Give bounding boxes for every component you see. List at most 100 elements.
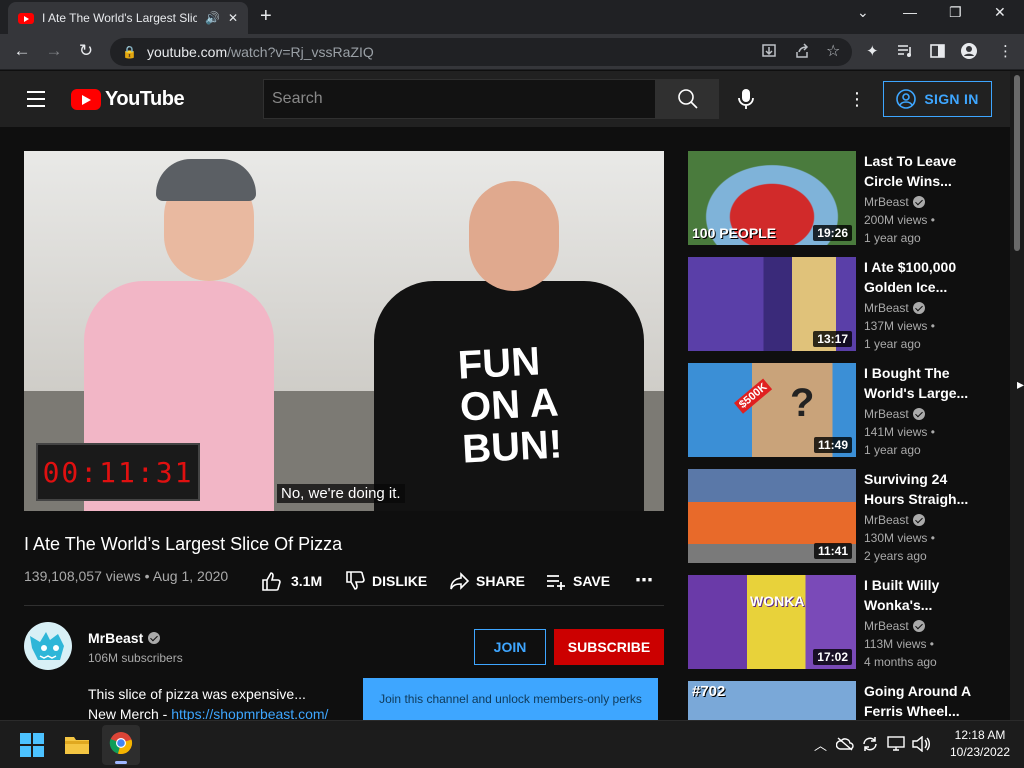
page-scrollbar[interactable] — [1010, 71, 1024, 720]
install-app-icon[interactable] — [761, 43, 777, 59]
recommendation-channel[interactable]: MrBeast — [864, 619, 925, 633]
video-thumbnail[interactable]: 11:41 — [688, 469, 856, 563]
save-button[interactable]: SAVE — [545, 570, 610, 592]
video-player[interactable]: FUN ON A BUN! 00:11:31 No, we're doing i… — [24, 151, 664, 511]
recommendation-views: 137M views • — [864, 319, 935, 333]
recommendation-item[interactable]: #702 Going Around A Ferris Wheel... — [688, 681, 998, 720]
recommendation-item[interactable]: $500K ? 11:49 I Bought The World's Large.… — [688, 363, 998, 459]
subscribe-button[interactable]: SUBSCRIBE — [554, 629, 664, 665]
volume-icon[interactable] — [911, 736, 931, 752]
windows-start-icon[interactable] — [20, 733, 44, 757]
thumbs-up-icon — [262, 572, 281, 591]
duration-badge: 11:49 — [813, 437, 852, 453]
forward-button[interactable]: → — [42, 41, 66, 61]
video-thumbnail[interactable]: 13:17 — [688, 257, 856, 351]
recommendation-title[interactable]: I Built Willy Wonka's... — [864, 575, 984, 615]
url-path: /watch?v=Rj_vssRaZIQ — [227, 44, 374, 60]
recommendation-views: 130M views • — [864, 531, 935, 545]
account-icon — [896, 89, 917, 109]
bookmark-star-icon[interactable]: ☆ — [826, 41, 840, 61]
search-button[interactable] — [656, 79, 719, 119]
share-label: SHARE — [476, 573, 526, 589]
tab-close-icon[interactable]: ✕ — [228, 11, 238, 25]
video-thumbnail[interactable]: #702 — [688, 681, 856, 720]
recommendation-title[interactable]: I Ate $100,000 Golden Ice... — [864, 257, 984, 297]
recommendation-channel[interactable]: MrBeast — [864, 513, 925, 527]
media-control-icon[interactable] — [897, 44, 913, 58]
thumbnail-overlay-text: $500K — [733, 378, 773, 414]
channel-text: MrBeast — [864, 513, 909, 527]
share-button[interactable]: SHARE — [448, 570, 525, 592]
channel-avatar[interactable] — [24, 622, 72, 670]
file-explorer-icon[interactable] — [64, 733, 90, 755]
menu-icon[interactable] — [27, 91, 45, 112]
chrome-taskbar-button[interactable] — [102, 725, 140, 765]
network-icon[interactable] — [887, 736, 905, 752]
profile-icon[interactable] — [961, 43, 977, 59]
share-icon[interactable] — [794, 43, 810, 59]
search-icon — [677, 89, 698, 109]
video-thumbnail[interactable]: WONKA 17:02 — [688, 575, 856, 669]
verified-icon — [912, 514, 925, 526]
taskbar-clock[interactable]: 12:18 AM 10/23/2022 — [940, 727, 1020, 761]
lock-icon[interactable]: 🔒 — [122, 45, 137, 59]
search-input[interactable]: Search — [263, 79, 656, 119]
title-line-2: Golden Ice... — [864, 279, 948, 295]
back-button[interactable]: ← — [10, 41, 34, 61]
recommendation-channel[interactable]: MrBeast — [864, 407, 925, 421]
minimize-button[interactable]: — — [903, 4, 917, 20]
scrollbar-thumb[interactable] — [1014, 75, 1020, 251]
recommendation-title[interactable]: Last To Leave Circle Wins... — [864, 151, 984, 191]
audio-playing-icon[interactable]: 🔊 — [205, 11, 220, 25]
browser-tab[interactable]: I Ate The World's Largest Slic 🔊 ✕ — [8, 2, 248, 34]
like-count: 3.1M — [291, 573, 323, 589]
mrbeast-logo-icon — [30, 632, 64, 660]
recommendation-channel[interactable]: MrBeast — [864, 301, 925, 315]
new-tab-button[interactable]: + — [260, 5, 272, 28]
settings-more-icon[interactable]: ⋮ — [848, 89, 866, 110]
recommendation-views: 200M views • — [864, 213, 935, 227]
recommendation-item[interactable]: 11:41 Surviving 24 Hours Straigh... MrBea… — [688, 469, 998, 565]
recommendation-age: 2 years ago — [864, 549, 927, 563]
reload-button[interactable]: ↻ — [74, 41, 98, 61]
recommendation-age: 1 year ago — [864, 443, 921, 457]
logo-text: YouTube — [105, 88, 185, 110]
title-line-2: Circle Wins... — [864, 173, 952, 189]
restore-button[interactable]: ❐ — [949, 4, 962, 21]
cloud-offline-icon[interactable] — [836, 736, 854, 752]
show-hidden-icons-icon[interactable]: ︿ — [814, 735, 827, 754]
address-bar[interactable]: 🔒 youtube.com/watch?v=Rj_vssRaZIQ — [110, 38, 852, 66]
video-thumbnail[interactable]: 100 PEOPLE 19:26 — [688, 151, 856, 245]
recommendation-channel[interactable]: MrBeast — [864, 195, 925, 209]
side-panel-icon[interactable] — [930, 44, 945, 58]
recommendation-item[interactable]: 13:17 I Ate $100,000 Golden Ice... MrBeas… — [688, 257, 998, 353]
close-window-button[interactable]: ✕ — [994, 4, 1006, 21]
extensions-icon[interactable]: ✦ — [866, 42, 879, 60]
description-line-1: This slice of pizza was expensive... — [88, 686, 306, 702]
video-thumbnail[interactable]: $500K ? 11:49 — [688, 363, 856, 457]
dislike-button[interactable]: DISLIKE — [344, 570, 427, 592]
channel-name[interactable]: MrBeast — [88, 630, 161, 646]
title-line-2: World's Large... — [864, 385, 969, 401]
recommendation-title[interactable]: Going Around A Ferris Wheel... — [864, 681, 984, 720]
sync-icon[interactable] — [861, 735, 879, 753]
join-button[interactable]: JOIN — [474, 629, 546, 665]
recommendation-item[interactable]: 100 PEOPLE 19:26 Last To Leave Circle Win… — [688, 151, 998, 247]
recommendation-age: 1 year ago — [864, 337, 921, 351]
tab-search-icon[interactable]: ⌄ — [857, 4, 869, 21]
sign-in-label: SIGN IN — [924, 91, 979, 107]
recommendation-title[interactable]: Surviving 24 Hours Straigh... — [864, 469, 984, 509]
duration-badge: 19:26 — [813, 225, 852, 241]
more-actions-icon[interactable]: ⋯ — [635, 570, 653, 591]
youtube-header: YouTube Search ⋮ SIGN IN — [0, 71, 1010, 127]
chrome-menu-icon[interactable]: ⋮ — [998, 42, 1013, 60]
recommendation-item[interactable]: WONKA 17:02 I Built Willy Wonka's... MrBe… — [688, 575, 998, 671]
verified-icon — [912, 302, 925, 314]
chrome-icon — [109, 732, 133, 755]
channel-name-text[interactable]: MrBeast — [88, 630, 143, 646]
recommendation-title[interactable]: I Bought The World's Large... — [864, 363, 984, 403]
youtube-logo[interactable]: YouTube — [71, 88, 185, 111]
sign-in-button[interactable]: SIGN IN — [883, 81, 992, 117]
like-button[interactable]: 3.1M — [260, 570, 322, 592]
microphone-icon[interactable] — [734, 87, 758, 111]
